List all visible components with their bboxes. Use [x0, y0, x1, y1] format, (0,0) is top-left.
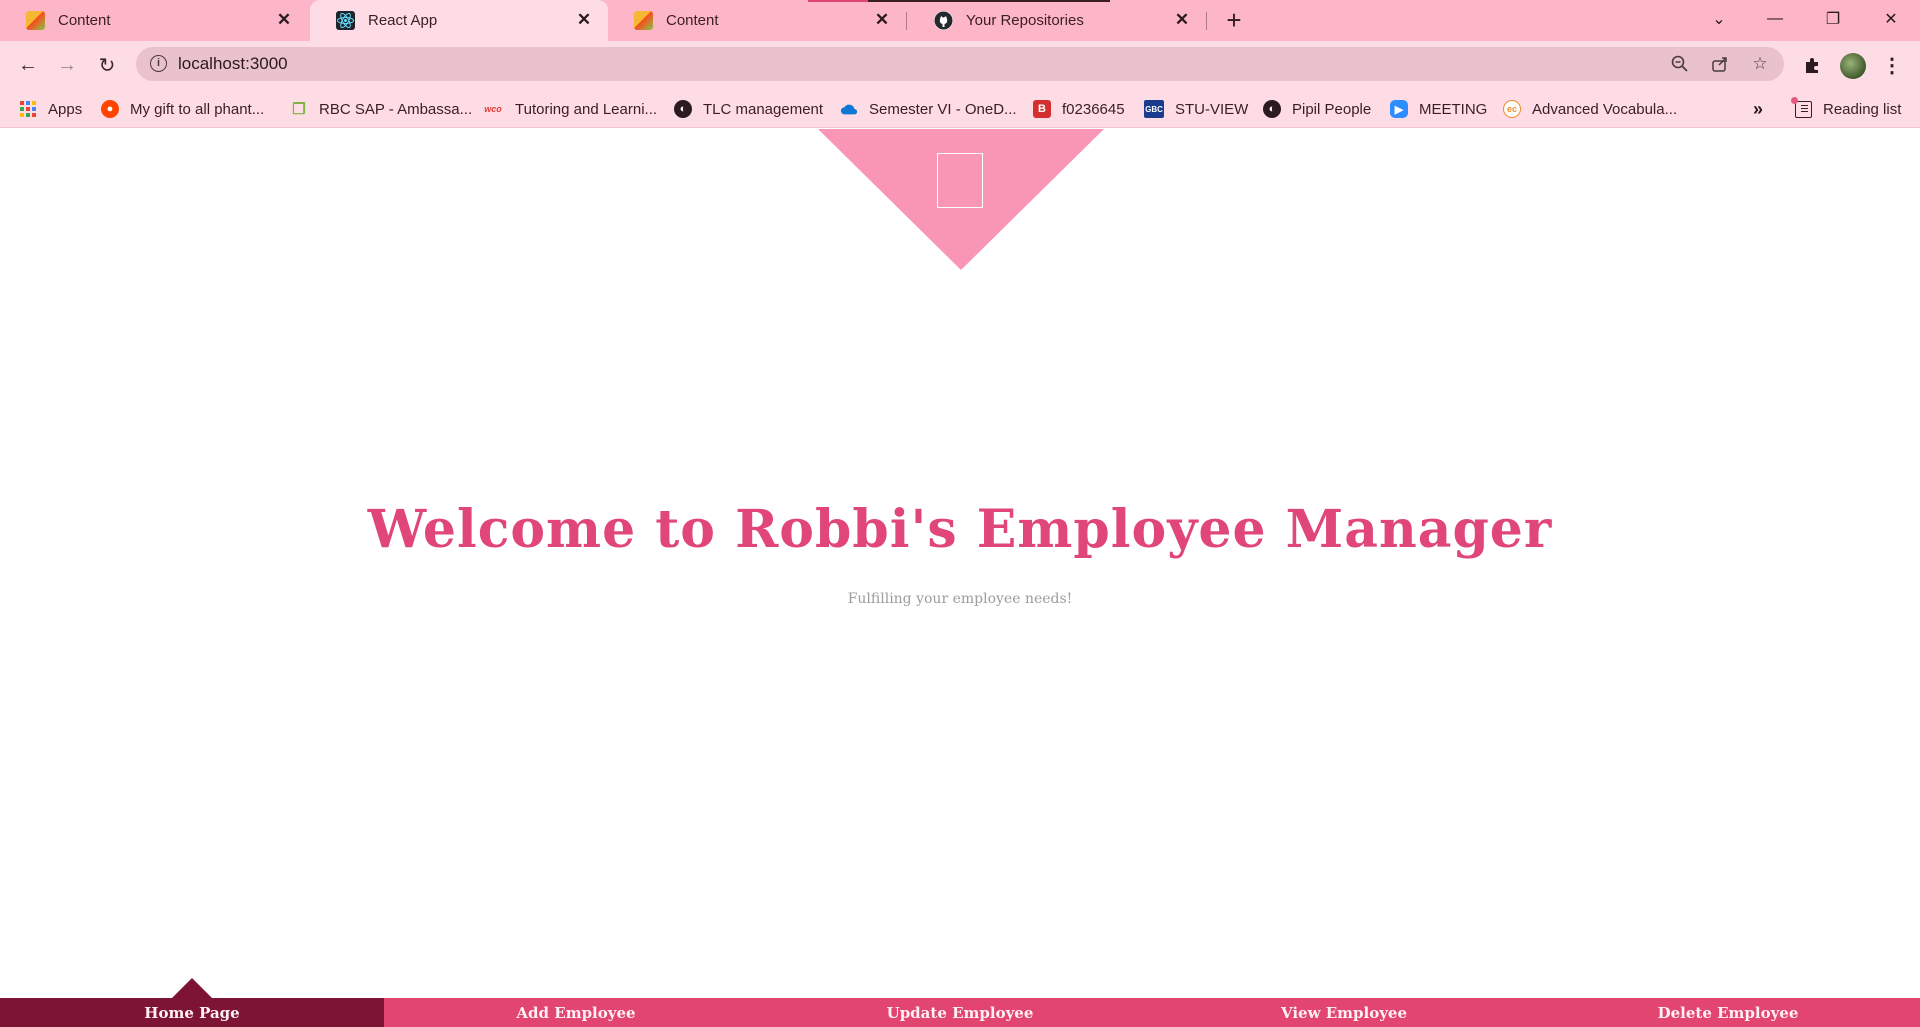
tab-react-app[interactable]: React App ✕: [310, 0, 608, 41]
reload-icon[interactable]: ↻: [91, 49, 123, 81]
extensions-puzzle-icon[interactable]: [1797, 49, 1829, 81]
tab-title: Your Repositories: [966, 12, 1084, 29]
bookmark-label: MEETING: [1419, 100, 1488, 118]
bookmark-advanced-vocabulary[interactable]: ec Advanced Vocabula...: [1503, 90, 1677, 128]
bookmark-stu-view[interactable]: GBC STU-VIEW: [1144, 90, 1248, 128]
nav-update-employee[interactable]: Update Employee: [768, 998, 1152, 1027]
reading-list-label: Reading list: [1823, 100, 1902, 118]
zoom-camera-icon: ▶: [1390, 100, 1408, 118]
tab-title: Content: [58, 12, 111, 29]
reading-list-button[interactable]: Reading list: [1791, 90, 1902, 128]
page-tagline: Fulfilling your employee needs!: [847, 591, 1073, 607]
browser-tab-strip: Content ✕ React App ✕ Content ✕ Your Rep…: [0, 0, 1920, 41]
bookmark-label: STU-VIEW: [1175, 100, 1249, 118]
close-window-button[interactable]: ✕: [1866, 0, 1916, 38]
bookmark-rbc-sap[interactable]: ❐ RBC SAP - Ambassa...: [290, 90, 472, 128]
app-page: Welcome to Robbi's Employee Manager Fulf…: [0, 129, 1920, 1027]
share-icon[interactable]: [1709, 53, 1731, 75]
logo-image-placeholder: [937, 153, 983, 208]
gbc-icon: GBC: [1144, 100, 1164, 118]
wco-icon: wco: [484, 104, 502, 114]
page-title: Welcome to Robbi's Employee Manager: [367, 499, 1553, 560]
bookmark-star-icon[interactable]: ☆: [1749, 53, 1771, 75]
tab-content-2[interactable]: Content ✕: [608, 0, 906, 41]
zoom-icon[interactable]: [1669, 53, 1691, 75]
github-favicon-icon: [934, 11, 953, 30]
onedrive-cloud-icon: [840, 100, 858, 118]
bookmark-onedrive[interactable]: Semester VI - OneD...: [840, 90, 1017, 128]
globe-icon: ◐: [674, 100, 692, 118]
address-bar[interactable]: i localhost:3000 ☆: [136, 47, 1784, 81]
bookmark-label: Pipil People: [1292, 100, 1372, 118]
new-tab-button[interactable]: +: [1220, 6, 1248, 34]
pencil-favicon-icon: [26, 11, 45, 30]
url-text[interactable]: localhost:3000: [178, 54, 288, 74]
tab-search-chevron-icon[interactable]: ⌄: [1694, 0, 1744, 38]
apps-grid-icon: [19, 100, 37, 118]
browser-toolbar: ← → ↻ i localhost:3000 ☆ ⋮: [0, 41, 1920, 90]
tab-separator: [906, 12, 907, 30]
bookmark-meeting[interactable]: ▶ MEETING: [1390, 90, 1487, 128]
tab-title: Content: [666, 12, 719, 29]
bookmark-label: f0236645: [1062, 100, 1125, 118]
close-tab-icon[interactable]: ✕: [872, 10, 892, 30]
bookmark-label: Tutoring and Learni...: [515, 100, 658, 118]
b-icon: B: [1033, 100, 1051, 118]
bookmark-label: My gift to all phant...: [130, 100, 265, 118]
close-tab-icon[interactable]: ✕: [574, 10, 594, 30]
tab-title: React App: [368, 12, 438, 29]
bookmark-tutoring[interactable]: wco Tutoring and Learni...: [482, 90, 657, 128]
more-bookmarks-chevron-icon[interactable]: »: [1753, 90, 1763, 128]
back-arrow-icon[interactable]: ←: [12, 49, 44, 81]
bookmark-label: Apps: [48, 100, 83, 118]
tab-your-repositories[interactable]: Your Repositories ✕: [908, 0, 1206, 41]
tab-content-1[interactable]: Content ✕: [0, 0, 308, 41]
bookmark-tlc-management[interactable]: ◐ TLC management: [674, 90, 823, 128]
bookmark-label: Semester VI - OneD...: [869, 100, 1017, 118]
close-tab-icon[interactable]: ✕: [1172, 10, 1192, 30]
nav-view-employee[interactable]: View Employee: [1152, 998, 1536, 1027]
reading-list-icon: [1791, 96, 1812, 118]
nav-delete-employee[interactable]: Delete Employee: [1536, 998, 1920, 1027]
restore-button[interactable]: ❐: [1808, 0, 1858, 38]
bookmark-label: RBC SAP - Ambassa...: [319, 100, 473, 118]
profile-avatar[interactable]: [1840, 53, 1866, 79]
bottom-navigation: Home Page Add Employee Update Employee V…: [0, 978, 1920, 1027]
menu-kebab-icon[interactable]: ⋮: [1876, 49, 1908, 81]
reddit-icon: ●: [101, 100, 119, 118]
notification-dot: [1791, 96, 1798, 104]
bookmark-apps[interactable]: Apps: [19, 90, 82, 128]
chat-bubbles-icon: ❐: [292, 101, 306, 118]
bookmark-pipil-people[interactable]: ◐ Pipil People: [1263, 90, 1371, 128]
site-info-icon[interactable]: i: [150, 55, 167, 72]
minimize-button[interactable]: —: [1750, 0, 1800, 38]
bookmark-label: TLC management: [703, 100, 824, 118]
ec-icon: ec: [1503, 100, 1521, 118]
nav-home-page[interactable]: Home Page: [0, 978, 384, 1027]
react-favicon-icon: [336, 11, 355, 30]
bookmarks-bar: Apps ● My gift to all phant... ❐ RBC SAP…: [0, 90, 1920, 128]
pencil-favicon-icon: [634, 11, 653, 30]
globe-icon: ◐: [1263, 100, 1281, 118]
bookmark-reddit[interactable]: ● My gift to all phant...: [101, 90, 264, 128]
bookmark-label: Advanced Vocabula...: [1532, 100, 1678, 118]
tab-separator: [1206, 12, 1207, 30]
bookmark-f0236645[interactable]: B f0236645: [1033, 90, 1125, 128]
forward-arrow-icon[interactable]: →: [51, 49, 83, 81]
nav-add-employee[interactable]: Add Employee: [384, 998, 768, 1027]
tab-indicator: [808, 0, 868, 2]
close-tab-icon[interactable]: ✕: [274, 10, 294, 30]
